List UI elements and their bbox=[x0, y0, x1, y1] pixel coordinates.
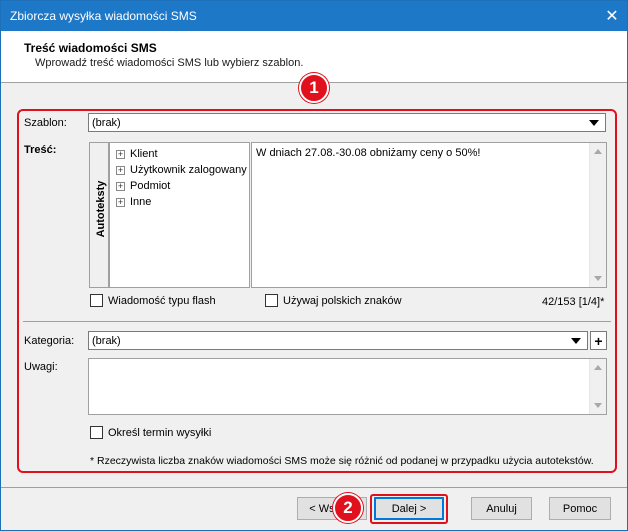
message-textarea[interactable]: W dniach 27.08.-30.08 obniżamy ceny o 50… bbox=[251, 142, 607, 288]
page-subtitle: Wprowadź treść wiadomości SMS lub wybier… bbox=[35, 57, 304, 69]
annotation-badge-1: 1 bbox=[299, 73, 329, 103]
footnote: * Rzeczywista liczba znaków wiadomości S… bbox=[90, 455, 594, 467]
termin-label: Określ termin wysyłki bbox=[108, 426, 212, 439]
tree-item-podmiot[interactable]: + Podmiot bbox=[116, 179, 170, 193]
divider bbox=[23, 321, 611, 322]
window-title: Zbiorcza wysyłka wiadomości SMS bbox=[10, 9, 197, 23]
highlight-next-button bbox=[370, 494, 448, 524]
dialog-window: Zbiorcza wysyłka wiadomości SMS ✕ Treść … bbox=[0, 0, 628, 531]
message-scrollbar[interactable] bbox=[589, 143, 606, 287]
tree-item-klient[interactable]: + Klient bbox=[116, 147, 158, 161]
kategoria-select[interactable]: (brak) bbox=[88, 331, 588, 350]
termin-checkbox[interactable]: Określ termin wysyłki bbox=[90, 426, 211, 439]
uwagi-textarea[interactable] bbox=[88, 358, 607, 415]
szablon-value: (brak) bbox=[92, 117, 121, 129]
char-counter: 42/153 [1/4]* bbox=[542, 296, 605, 308]
page-title: Treść wiadomości SMS bbox=[24, 41, 157, 55]
tree-item-label: Podmiot bbox=[130, 180, 171, 192]
autotext-tree: + Klient + Użytkownik zalogowany + Podmi… bbox=[109, 142, 250, 288]
scroll-up-icon[interactable] bbox=[594, 365, 602, 370]
scroll-down-icon[interactable] bbox=[594, 276, 602, 281]
chevron-down-icon bbox=[571, 338, 581, 344]
cancel-button[interactable]: Anuluj bbox=[471, 497, 532, 520]
szablon-label: Szablon: bbox=[24, 117, 67, 129]
expand-icon[interactable]: + bbox=[116, 181, 125, 191]
expand-icon[interactable]: + bbox=[116, 165, 125, 175]
tree-item-uzytkownik[interactable]: + Użytkownik zalogowany bbox=[116, 163, 247, 177]
polish-chars-checkbox[interactable]: Używaj polskich znaków bbox=[265, 294, 402, 307]
message-text: W dniach 27.08.-30.08 obniżamy ceny o 50… bbox=[256, 147, 481, 159]
expand-icon[interactable]: + bbox=[116, 149, 125, 159]
scroll-down-icon[interactable] bbox=[594, 403, 602, 408]
close-icon[interactable]: ✕ bbox=[597, 1, 627, 31]
tree-item-label: Klient bbox=[130, 148, 158, 160]
kategoria-value: (brak) bbox=[92, 335, 121, 347]
help-button[interactable]: Pomoc bbox=[549, 497, 611, 520]
autoteksty-label: Autoteksty bbox=[95, 180, 107, 238]
checkbox-box[interactable] bbox=[90, 294, 103, 307]
polish-label: Używaj polskich znaków bbox=[283, 294, 402, 307]
flash-label: Wiadomość typu flash bbox=[108, 294, 216, 307]
title-bar: Zbiorcza wysyłka wiadomości SMS ✕ bbox=[1, 1, 627, 31]
autoteksty-tab[interactable]: Autoteksty bbox=[89, 142, 109, 288]
kategoria-label: Kategoria: bbox=[24, 335, 75, 347]
tree-item-label: Użytkownik zalogowany bbox=[130, 164, 247, 176]
uwagi-scrollbar[interactable] bbox=[589, 359, 606, 414]
footer-divider bbox=[1, 487, 627, 488]
annotation-badge-2: 2 bbox=[333, 493, 363, 523]
chevron-down-icon bbox=[589, 120, 599, 126]
scroll-up-icon[interactable] bbox=[594, 149, 602, 154]
expand-icon[interactable]: + bbox=[116, 197, 125, 207]
add-category-button[interactable]: + bbox=[590, 331, 607, 350]
checkbox-box[interactable] bbox=[265, 294, 278, 307]
tresc-label: Treść: bbox=[24, 144, 57, 156]
uwagi-label: Uwagi: bbox=[24, 361, 58, 373]
tree-item-label: Inne bbox=[130, 196, 152, 208]
flash-checkbox[interactable]: Wiadomość typu flash bbox=[90, 294, 216, 307]
szablon-select[interactable]: (brak) bbox=[88, 113, 606, 132]
tree-item-inne[interactable]: + Inne bbox=[116, 195, 151, 209]
checkbox-box[interactable] bbox=[90, 426, 103, 439]
